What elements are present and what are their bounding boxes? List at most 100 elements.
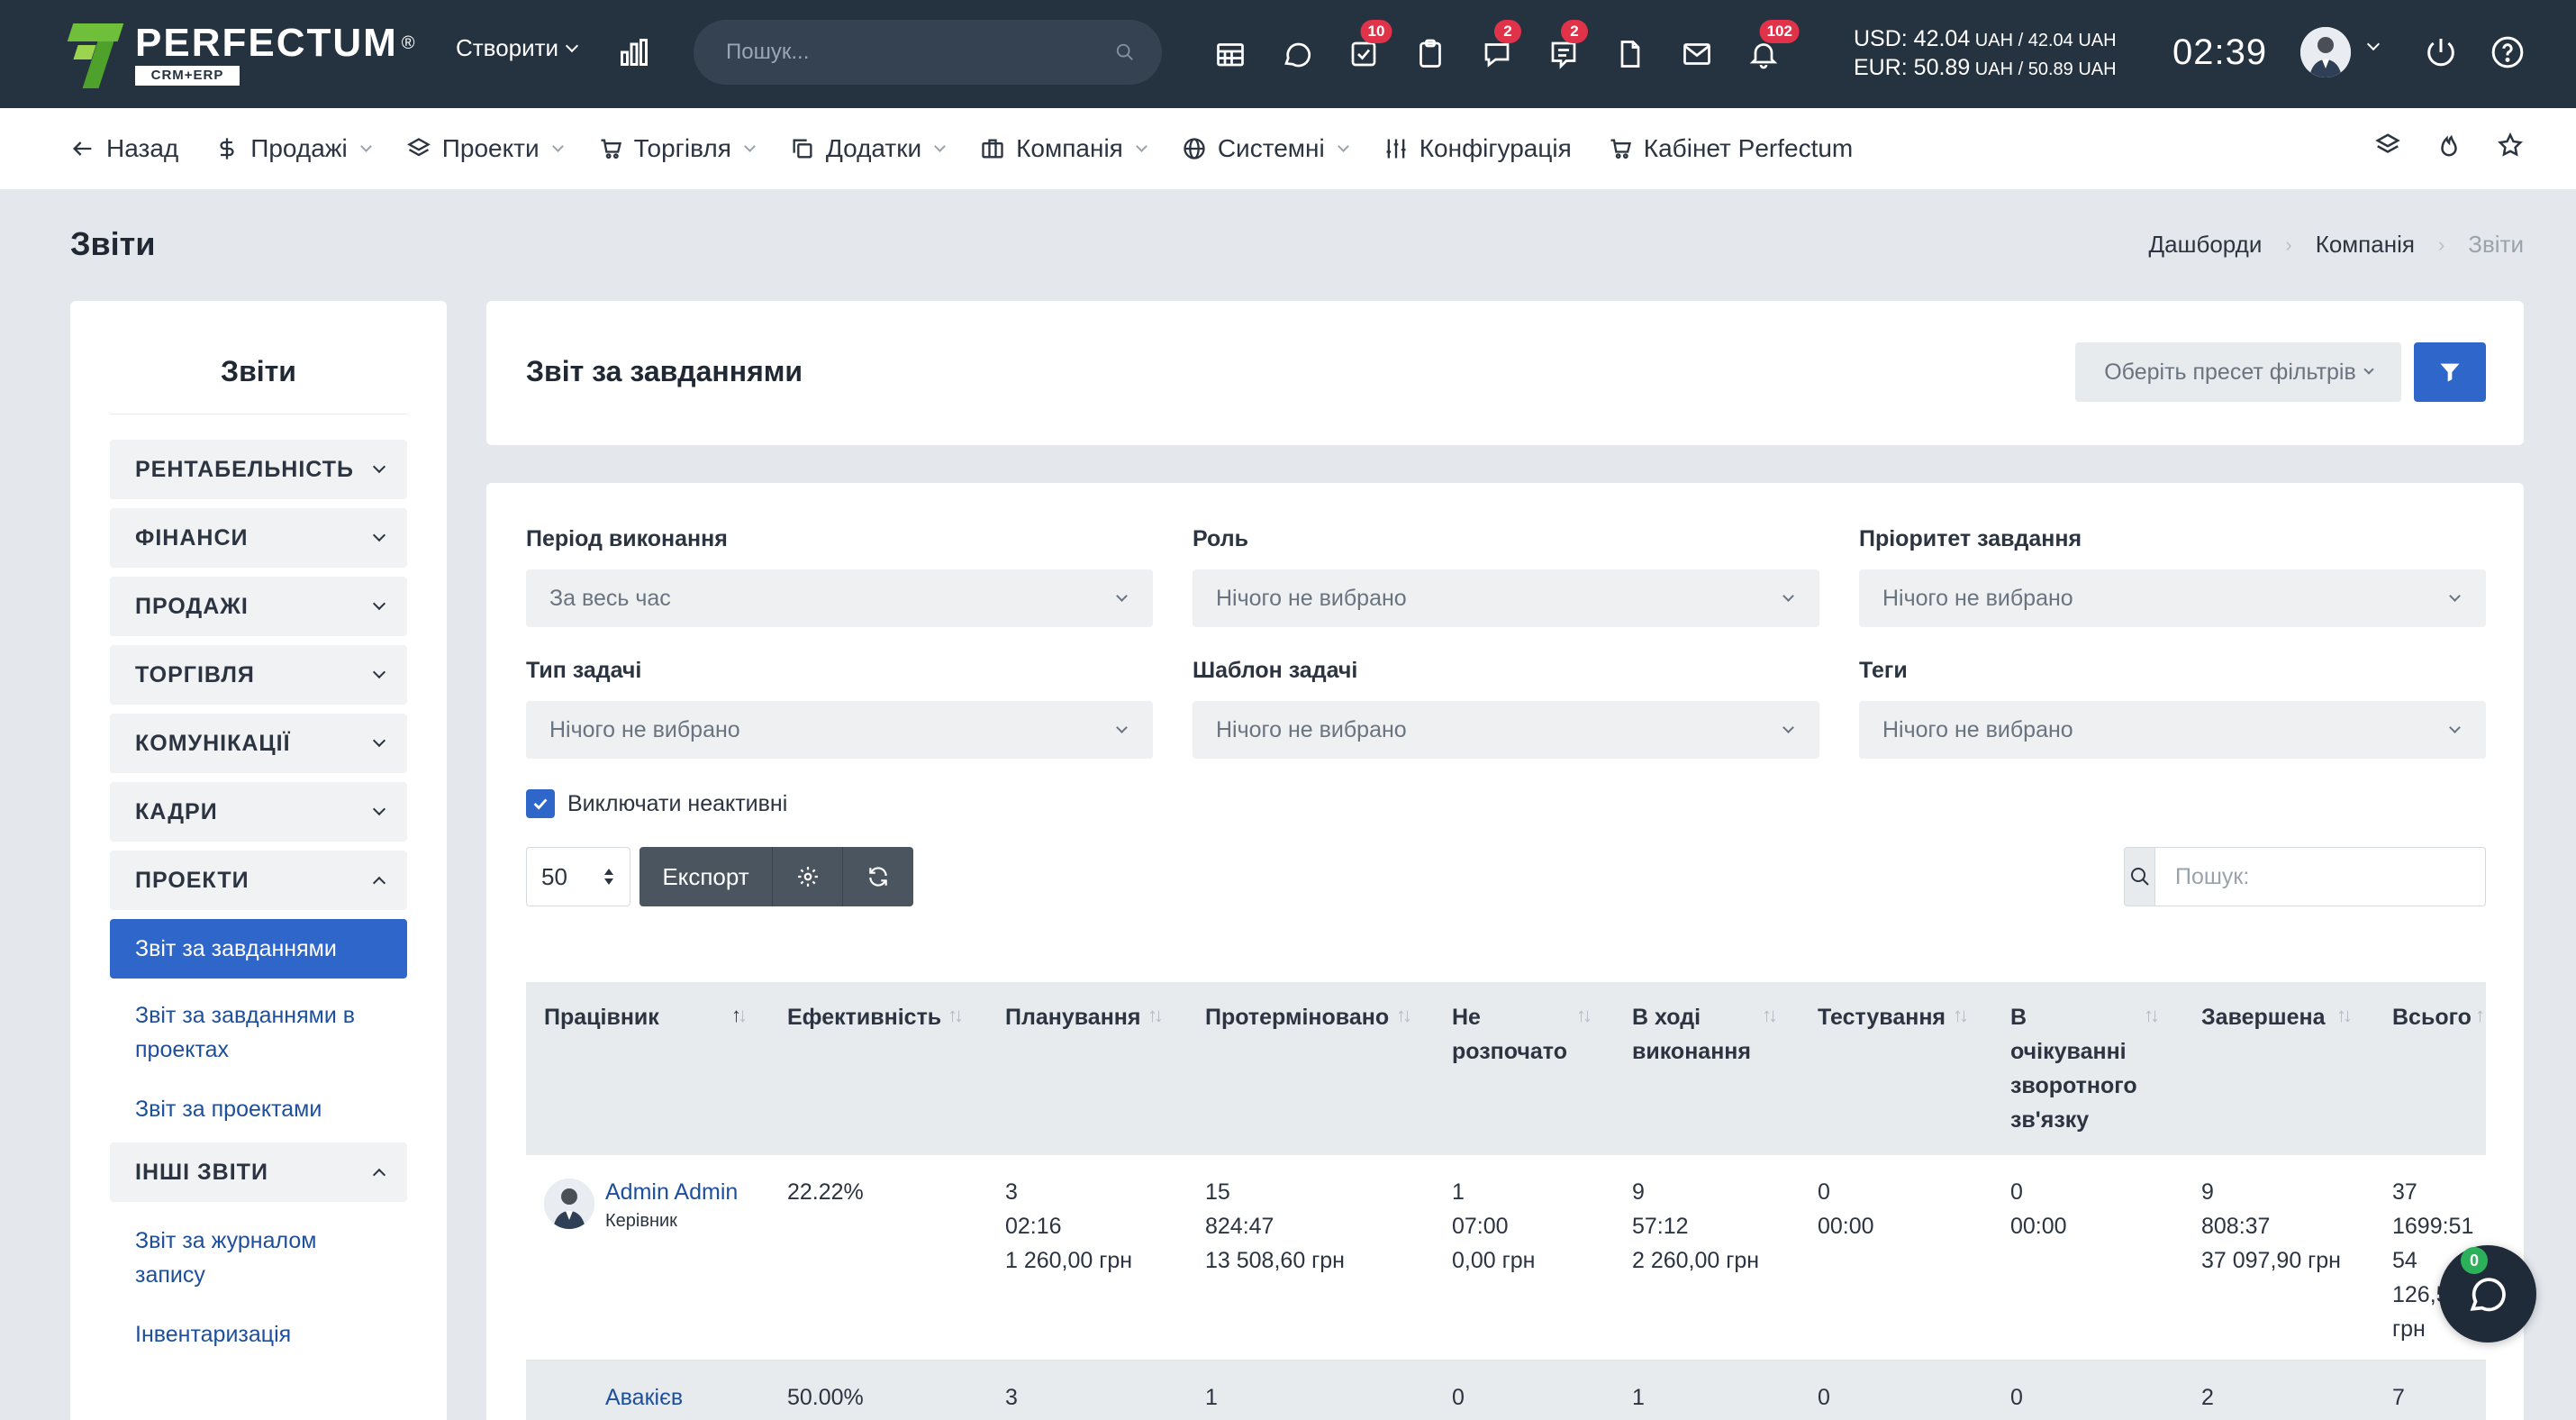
- nav-addons-label: Додатки: [825, 134, 922, 162]
- col-awaiting-feedback[interactable]: В очікуванні зворотного зв'язку: [2010, 982, 2145, 1155]
- nav-system[interactable]: Системні: [1182, 134, 1349, 163]
- user-menu-chevron-icon[interactable]: [2366, 37, 2381, 51]
- sidebar-link-task-report[interactable]: Звіт за завданнями: [110, 919, 407, 979]
- nav-projects-label: Проекти: [441, 134, 540, 162]
- global-search-input[interactable]: [726, 40, 1115, 65]
- table-row: Admin Admin Керівник 22.22% 3 02:16 1 26…: [526, 1155, 2486, 1361]
- layers-icon[interactable]: [2374, 132, 2401, 159]
- discussions-button[interactable]: 2: [1474, 20, 1521, 79]
- role-select[interactable]: Нічого не вибрано: [1193, 569, 1819, 627]
- chevron-down-icon: [2363, 364, 2374, 375]
- sort-icon[interactable]: ↑↓: [1147, 1004, 1164, 1027]
- table-settings-button[interactable]: [773, 847, 843, 906]
- col-planning[interactable]: Планування: [1005, 982, 1149, 1155]
- exclude-inactive-checkbox[interactable]: [526, 789, 555, 818]
- sidebar-group-other-reports[interactable]: ІНШІ ЗВІТИ: [110, 1142, 407, 1202]
- col-total[interactable]: Всього: [2392, 982, 2482, 1155]
- sidebar-link-task-project-report[interactable]: Звіт за завданнями в проектах: [110, 986, 407, 1079]
- sidebar-group-hr[interactable]: КАДРИ: [110, 782, 407, 842]
- role-label: Роль: [1193, 526, 1248, 551]
- sidebar-link-appointment-log-report[interactable]: Звіт за журналом запису: [110, 1211, 407, 1305]
- sort-icon[interactable]: ↑: [2475, 1004, 2485, 1027]
- col-testing[interactable]: Тестування: [1818, 982, 1962, 1155]
- col-employee[interactable]: Працівник: [544, 982, 724, 1155]
- sort-asc-icon[interactable]: ↑↓: [731, 1004, 748, 1027]
- nav-trade[interactable]: Торгівля: [598, 134, 756, 163]
- priority-select[interactable]: Нічого не вибрано: [1859, 569, 2486, 627]
- sort-icon[interactable]: ↑↓: [1576, 1004, 1592, 1027]
- nav-sales[interactable]: Продажі: [214, 134, 372, 163]
- nav-cabinet[interactable]: Кабінет Perfectum: [1608, 134, 1853, 163]
- awaiting-count: 0: [2010, 1179, 2023, 1205]
- power-icon[interactable]: [2423, 34, 2459, 70]
- page-length-select[interactable]: 50: [526, 847, 630, 906]
- overdue-count: 15: [1205, 1179, 1230, 1205]
- checkmark-icon: [533, 798, 548, 810]
- task-type-select[interactable]: Нічого не вибрано: [526, 701, 1153, 759]
- not-started-cell: 0: [1452, 1385, 1465, 1410]
- sort-icon[interactable]: ↑↓: [1396, 1004, 1412, 1027]
- nav-addons[interactable]: Додатки: [790, 134, 946, 163]
- table-search-input[interactable]: [2155, 847, 2486, 906]
- documents-button[interactable]: [1607, 29, 1654, 79]
- sidebar-group-sales[interactable]: ПРОДАЖІ: [110, 577, 407, 636]
- employee-name-link[interactable]: Admin Admin: [605, 1175, 738, 1209]
- nav-config[interactable]: Конфігурація: [1383, 134, 1572, 163]
- breadcrumb-company[interactable]: Компанія: [2316, 231, 2415, 259]
- chat-button[interactable]: [1274, 29, 1320, 79]
- search-icon[interactable]: [1115, 42, 1135, 62]
- global-search[interactable]: [694, 20, 1162, 85]
- bar-chart-icon[interactable]: [618, 36, 650, 68]
- star-icon[interactable]: [2497, 132, 2524, 159]
- sort-icon[interactable]: ↑↓: [1762, 1004, 1778, 1027]
- filter-preset-select[interactable]: Оберіть пресет фільтрів: [2075, 342, 2401, 402]
- col-completed[interactable]: Завершена: [2201, 982, 2336, 1155]
- notifications-badge: 102: [1759, 20, 1800, 43]
- comments-button[interactable]: 2: [1540, 20, 1588, 79]
- col-overdue[interactable]: Протерміновано: [1205, 982, 1396, 1155]
- create-menu-button[interactable]: Створити: [456, 34, 579, 62]
- user-photo-icon: [544, 1179, 594, 1229]
- refresh-button[interactable]: [843, 847, 913, 906]
- support-chat-button[interactable]: [2439, 1245, 2536, 1343]
- perfectum-logo[interactable]: PERFECTUM ® CRM+ERP: [67, 16, 417, 92]
- breadcrumb-dashboards[interactable]: Дашборди: [2149, 231, 2263, 259]
- tags-select[interactable]: Нічого не вибрано: [1859, 701, 2486, 759]
- nav-company[interactable]: Компанія: [980, 134, 1147, 163]
- sidebar-link-project-report[interactable]: Звіт за проектами: [110, 1079, 407, 1139]
- testing-count: 0: [1818, 1179, 1830, 1205]
- nav-back[interactable]: Назад: [70, 134, 178, 163]
- col-in-progress[interactable]: В ході виконання: [1632, 982, 1767, 1155]
- user-avatar[interactable]: [2300, 27, 2351, 77]
- notifications-button[interactable]: 102: [1740, 20, 1800, 79]
- export-button[interactable]: Експорт: [639, 847, 773, 906]
- col-efficiency[interactable]: Ефективність: [787, 982, 949, 1155]
- col-not-started[interactable]: Не розпочато: [1452, 982, 1587, 1155]
- help-icon[interactable]: [2490, 34, 2526, 70]
- sidebar-group-finance[interactable]: ФІНАНСИ: [110, 508, 407, 568]
- tasks-button[interactable]: 10: [1340, 20, 1392, 79]
- nav-projects[interactable]: Проекти: [406, 134, 564, 163]
- fire-icon[interactable]: [2435, 132, 2463, 159]
- period-select[interactable]: За весь час: [526, 569, 1153, 627]
- sort-icon[interactable]: ↑↓: [1953, 1004, 1969, 1027]
- employee-name-link[interactable]: Авакієв: [605, 1380, 683, 1415]
- clipboard-button[interactable]: [1407, 29, 1454, 79]
- priority-value: Нічого не вибрано: [1882, 585, 2073, 611]
- filter-button[interactable]: [2414, 342, 2486, 402]
- task-template-select[interactable]: Нічого не вибрано: [1193, 701, 1819, 759]
- sidebar-link-inventory[interactable]: Інвентаризація: [110, 1305, 407, 1364]
- report-content-card: Період виконання За весь час Роль Нічого…: [486, 483, 2524, 1420]
- sidebar-group-communications[interactable]: КОМУНІКАЦІЇ: [110, 714, 407, 773]
- sidebar-group-projects[interactable]: ПРОЕКТИ: [110, 851, 407, 910]
- table-search: [2124, 847, 2486, 906]
- sidebar-group-trade[interactable]: ТОРГІВЛЯ: [110, 645, 407, 705]
- sort-icon[interactable]: ↑↓: [948, 1004, 964, 1027]
- mail-button[interactable]: [1673, 29, 1720, 79]
- breadcrumb-separator-icon: ›: [2285, 232, 2292, 256]
- sort-icon[interactable]: ↑↓: [2336, 1004, 2353, 1027]
- planning-time: 02:16: [1005, 1214, 1062, 1239]
- sidebar-group-profitability[interactable]: РЕНТАБЕЛЬНІСТЬ: [110, 440, 407, 499]
- sort-icon[interactable]: ↑↓: [2144, 1004, 2160, 1027]
- calendar-button[interactable]: [1207, 29, 1254, 79]
